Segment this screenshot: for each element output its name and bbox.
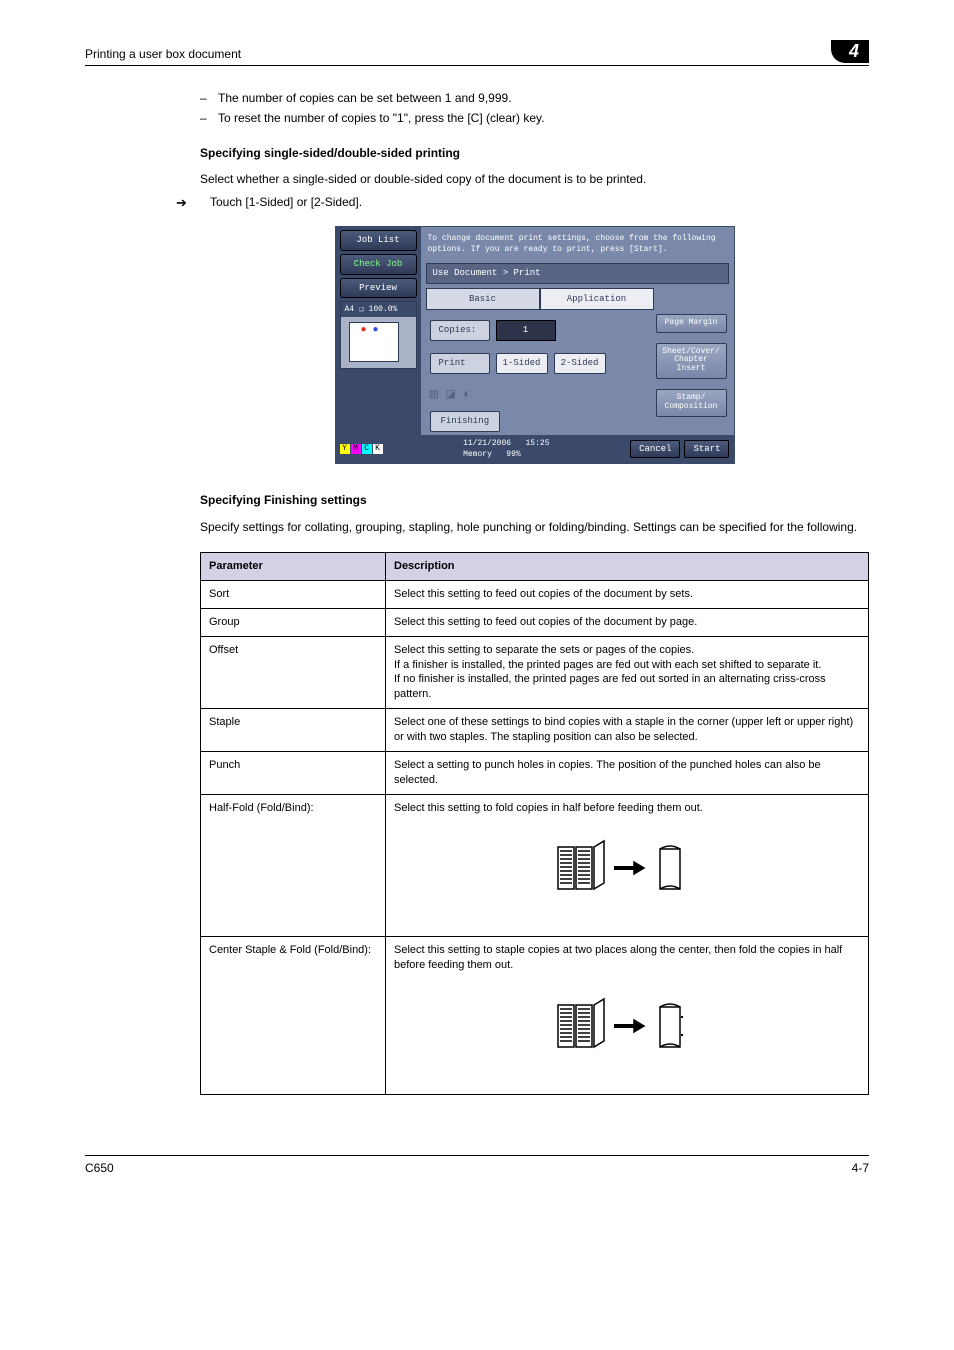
sheet-cover-button[interactable]: Sheet/Cover/ Chapter Insert	[656, 343, 727, 379]
right-buttons: Page Margin Sheet/Cover/ Chapter Insert …	[656, 284, 731, 432]
preview-dots-icon: ● ●	[361, 324, 379, 338]
table-row: Punch Select a setting to punch holes in…	[201, 751, 869, 794]
header-title: Printing a user box document	[85, 46, 241, 63]
stamp-button[interactable]: Stamp/ Composition	[656, 389, 727, 417]
footer-model: C650	[85, 1160, 114, 1177]
toner-c-icon: C	[362, 444, 372, 454]
print-row: Print 1-Sided 2-Sided	[430, 353, 650, 374]
table-row: Sort Select this setting to feed out cop…	[201, 581, 869, 609]
screenshot-main: To change document print settings, choos…	[421, 227, 734, 434]
step-text: Touch [1-Sided] or [2-Sided].	[210, 194, 362, 212]
option-1sided[interactable]: 1-Sided	[496, 353, 548, 374]
bullet-text: To reset the number of copies to "1", pr…	[218, 110, 544, 127]
toner-m-icon: M	[351, 444, 361, 454]
main-content: – The number of copies can be set betwee…	[85, 90, 869, 1095]
center-staple-fold-icon	[552, 991, 702, 1061]
option-2sided[interactable]: 2-Sided	[554, 353, 606, 374]
start-button[interactable]: Start	[684, 440, 729, 459]
finishing-icons: ▥ ◪ ◐	[430, 386, 656, 406]
param-name: Sort	[201, 581, 386, 609]
arrow-right-icon: ➔	[176, 194, 210, 212]
preview-thumbnail: A4 ❏ 100.0% ● ●	[340, 301, 417, 369]
tab-application[interactable]: Application	[540, 288, 654, 311]
table-row: Center Staple & Fold (Fold/Bind): Select…	[201, 937, 869, 1095]
footer-buttons: Cancel Start	[630, 440, 729, 459]
center-staple-fold-diagram	[394, 973, 860, 1088]
param-name: Center Staple & Fold (Fold/Bind):	[201, 937, 386, 1095]
dash-icon: –	[200, 110, 218, 127]
table-row: Group Select this setting to feed out co…	[201, 608, 869, 636]
copies-label: Copies:	[430, 320, 490, 341]
col-parameter: Parameter	[201, 552, 386, 580]
toner-k-icon: K	[373, 444, 383, 454]
intro-bullets: – The number of copies can be set betwee…	[200, 90, 869, 127]
preview-button[interactable]: Preview	[340, 278, 417, 299]
param-name: Offset	[201, 636, 386, 708]
param-desc: Select this setting to staple copies at …	[386, 937, 869, 1095]
param-desc: Select this setting to separate the sets…	[386, 636, 869, 708]
footer-datetime: 11/21/2006 15:25 Memory 99%	[463, 438, 549, 460]
param-desc: Select this setting to feed out copies o…	[386, 581, 869, 609]
screenshot-message: To change document print settings, choos…	[424, 230, 731, 261]
preview-info: A4 ❏ 100.0%	[341, 302, 416, 317]
param-name: Half-Fold (Fold/Bind):	[201, 794, 386, 937]
screenshot-sidebar: Job List Check Job Preview A4 ❏ 100.0% ●…	[336, 227, 421, 434]
param-desc: Select one of these settings to bind cop…	[386, 709, 869, 752]
section-para: Specify settings for collating, grouping…	[200, 519, 869, 536]
device-screenshot: Job List Check Job Preview A4 ❏ 100.0% ●…	[335, 226, 735, 464]
print-label: Print	[430, 353, 490, 374]
tab-basic[interactable]: Basic	[426, 288, 540, 311]
param-desc: Select this setting to feed out copies o…	[386, 608, 869, 636]
step-row: ➔ Touch [1-Sided] or [2-Sided].	[176, 194, 869, 212]
param-name: Group	[201, 608, 386, 636]
screenshot-footer: Y M C K 11/21/2006 15:25 Memory 99% Canc…	[336, 435, 734, 463]
job-list-button[interactable]: Job List	[340, 230, 417, 251]
section-heading: Specifying Finishing settings	[200, 492, 869, 509]
page-header: Printing a user box document 4	[85, 40, 869, 66]
check-job-button[interactable]: Check Job	[340, 254, 417, 275]
copies-row: Copies: 1	[430, 320, 650, 341]
section-para: Select whether a single-sided or double-…	[200, 171, 869, 188]
col-description: Description	[386, 552, 869, 580]
footer-pagenum: 4-7	[852, 1160, 869, 1177]
bullet-item: – To reset the number of copies to "1", …	[200, 110, 869, 127]
parameters-table: Parameter Description Sort Select this s…	[200, 552, 869, 1095]
table-header-row: Parameter Description	[201, 552, 869, 580]
page-footer: C650 4-7	[85, 1155, 869, 1177]
chapter-number: 4	[831, 40, 869, 63]
page-margin-button[interactable]: Page Margin	[656, 314, 727, 333]
bullet-item: – The number of copies can be set betwee…	[200, 90, 869, 107]
cancel-button[interactable]: Cancel	[630, 440, 680, 459]
bullet-text: The number of copies can be set between …	[218, 90, 512, 107]
copies-value[interactable]: 1	[496, 320, 556, 341]
section-heading: Specifying single-sided/double-sided pri…	[200, 145, 869, 162]
param-name: Punch	[201, 751, 386, 794]
table-row: Staple Select one of these settings to b…	[201, 709, 869, 752]
ymck-indicator: Y M C K	[340, 444, 383, 454]
tabs: Basic Application	[426, 288, 654, 311]
table-row: Offset Select this setting to separate t…	[201, 636, 869, 708]
half-fold-diagram	[394, 815, 860, 930]
half-fold-icon	[552, 833, 702, 903]
param-desc: Select this setting to fold copies in ha…	[386, 794, 869, 937]
finishing-button[interactable]: Finishing	[430, 411, 501, 432]
param-desc: Select a setting to punch holes in copie…	[386, 751, 869, 794]
param-name: Staple	[201, 709, 386, 752]
dash-icon: –	[200, 90, 218, 107]
table-row: Half-Fold (Fold/Bind): Select this setti…	[201, 794, 869, 937]
breadcrumb: Use Document > Print	[426, 263, 729, 284]
toner-y-icon: Y	[340, 444, 350, 454]
